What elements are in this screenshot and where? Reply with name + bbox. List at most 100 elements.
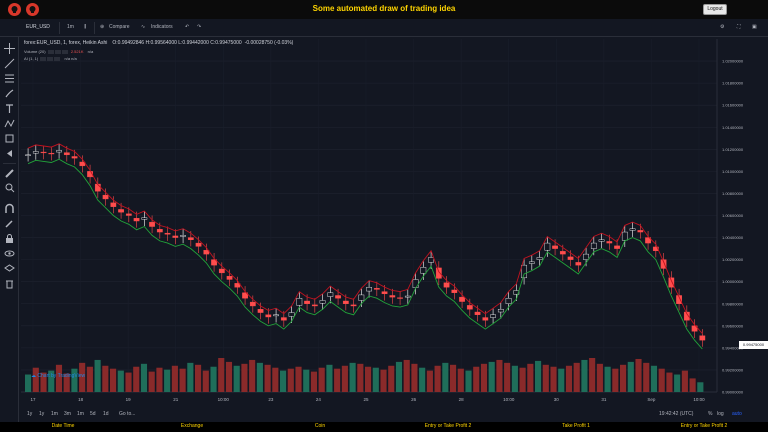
undo-icon[interactable]: ↶ (185, 24, 189, 30)
snapshot-icon[interactable]: ▣ (752, 24, 757, 30)
candle-body (575, 262, 582, 266)
fullscreen-icon[interactable]: ⛶ (737, 24, 741, 30)
candle-body (280, 317, 287, 321)
volume-bar (558, 368, 565, 392)
volume-bar (450, 364, 457, 392)
candle-body (125, 213, 132, 216)
volume-bar (589, 358, 596, 392)
drawing-toolbar (0, 37, 19, 422)
candle-body (451, 289, 458, 293)
cloud-icon: ☁ (31, 373, 36, 379)
volume-bar (442, 362, 449, 392)
volume-bar (133, 366, 140, 392)
candle-body (505, 298, 512, 304)
tool-divider (3, 163, 16, 164)
price-tick-label: 1.00600000 (722, 213, 744, 218)
chart-pane[interactable]: 1.02000000 1.01800000 1.01600000 1.01400000… (19, 37, 768, 422)
interval-selector[interactable]: 1m (67, 24, 74, 30)
range-button[interactable]: 1m (51, 411, 58, 417)
volume-bar (519, 367, 526, 392)
tradingview-watermark[interactable]: ☁ Chart by TradingView (31, 373, 85, 379)
legend-settings[interactable] (54, 49, 61, 54)
trash-icon[interactable] (4, 278, 15, 289)
volume-bar (179, 368, 186, 392)
volume-bar (565, 365, 573, 392)
candle-body (32, 151, 39, 154)
volume-bar (426, 370, 433, 392)
symbol-search[interactable]: EUR_USD (26, 24, 50, 30)
volume-bar (496, 359, 503, 392)
volume-bar (349, 362, 356, 392)
volume-bar (148, 371, 155, 392)
lock-icon[interactable] (4, 233, 15, 244)
chart-style-icon[interactable]: ⫼ (84, 24, 86, 30)
range-button[interactable]: 5d (90, 411, 96, 417)
fib-icon[interactable] (4, 73, 15, 84)
volume-bar (140, 363, 148, 392)
eye-icon[interactable] (4, 248, 15, 259)
signal-table-header: Date Time Exchange Coin Entry or Take Pr… (0, 422, 768, 432)
log-toggle[interactable]: log (717, 411, 724, 417)
candle-body (327, 292, 334, 297)
volume-bar (465, 370, 472, 392)
range-button[interactable]: 3m (64, 411, 71, 417)
candle-body (187, 237, 194, 240)
auto-toggle[interactable]: auto (732, 411, 742, 417)
column-header: Take Profit 1 (562, 423, 590, 429)
candle-body (590, 242, 597, 249)
brush-icon[interactable] (4, 88, 15, 99)
logout-button[interactable]: Logout (703, 4, 727, 15)
volume-bar (225, 361, 233, 392)
page-title: Some automated draw of trading idea (312, 4, 456, 13)
pattern-icon[interactable] (4, 118, 15, 129)
volume-bar (666, 372, 673, 392)
candle-body (389, 295, 396, 298)
settings-icon[interactable]: ⚙ (720, 24, 724, 30)
volume-bar (457, 368, 464, 392)
indicators-icon[interactable]: ∿ (141, 24, 145, 30)
text-icon[interactable] (4, 103, 15, 114)
price-chart[interactable]: 1.02000000 1.01800000 1.01600000 1.01400000… (19, 37, 768, 407)
price-tick-label: 1.01200000 (722, 147, 744, 152)
volume-bar (256, 362, 263, 392)
ai-values: n/a n/a (64, 56, 77, 61)
legend-toggle[interactable] (40, 56, 47, 61)
zoom-icon[interactable] (4, 182, 15, 193)
candle-body (40, 151, 47, 154)
price-tick-label: 1.02000000 (722, 59, 744, 64)
range-button[interactable]: 1d (103, 411, 109, 417)
trend-line-icon[interactable] (4, 58, 15, 69)
range-button[interactable]: 1m (77, 411, 84, 417)
volume-bar (504, 362, 511, 392)
magnet-icon[interactable] (4, 203, 15, 214)
prediction-icon[interactable] (4, 133, 15, 144)
column-header: Exchange (180, 423, 204, 429)
goto-date-button[interactable]: Go to... (119, 411, 135, 417)
indicators-button[interactable]: Indicators (151, 24, 173, 30)
legend-toggle[interactable] (47, 49, 54, 54)
legend-settings[interactable] (47, 56, 54, 61)
range-button[interactable]: 1y (27, 411, 32, 417)
candle-body (25, 154, 31, 156)
time-tick-label: 17 (30, 397, 36, 402)
candle-body (149, 221, 155, 227)
compare-icon[interactable]: ⊕ (100, 24, 104, 30)
pencil-lock-icon[interactable] (4, 218, 15, 229)
percent-toggle[interactable]: % (708, 411, 712, 417)
layers-icon[interactable] (4, 263, 15, 274)
volume-bar (596, 363, 603, 392)
volume-bar (535, 360, 542, 392)
compare-button[interactable]: Compare (109, 24, 130, 30)
volume-bar (372, 367, 379, 392)
back-arrow-icon[interactable] (4, 148, 15, 159)
range-button[interactable]: 1y (39, 411, 44, 417)
legend-close[interactable] (54, 56, 61, 61)
legend-close[interactable] (61, 49, 68, 54)
crosshair-icon[interactable] (4, 43, 15, 54)
price-tick-label: 1.00800000 (722, 191, 744, 196)
utc-clock[interactable]: 19:42:42 (UTC) (659, 411, 693, 417)
candle-body (257, 309, 264, 313)
redo-icon[interactable]: ↷ (197, 24, 201, 30)
volume-bar (573, 362, 580, 392)
ruler-icon[interactable] (4, 168, 15, 179)
